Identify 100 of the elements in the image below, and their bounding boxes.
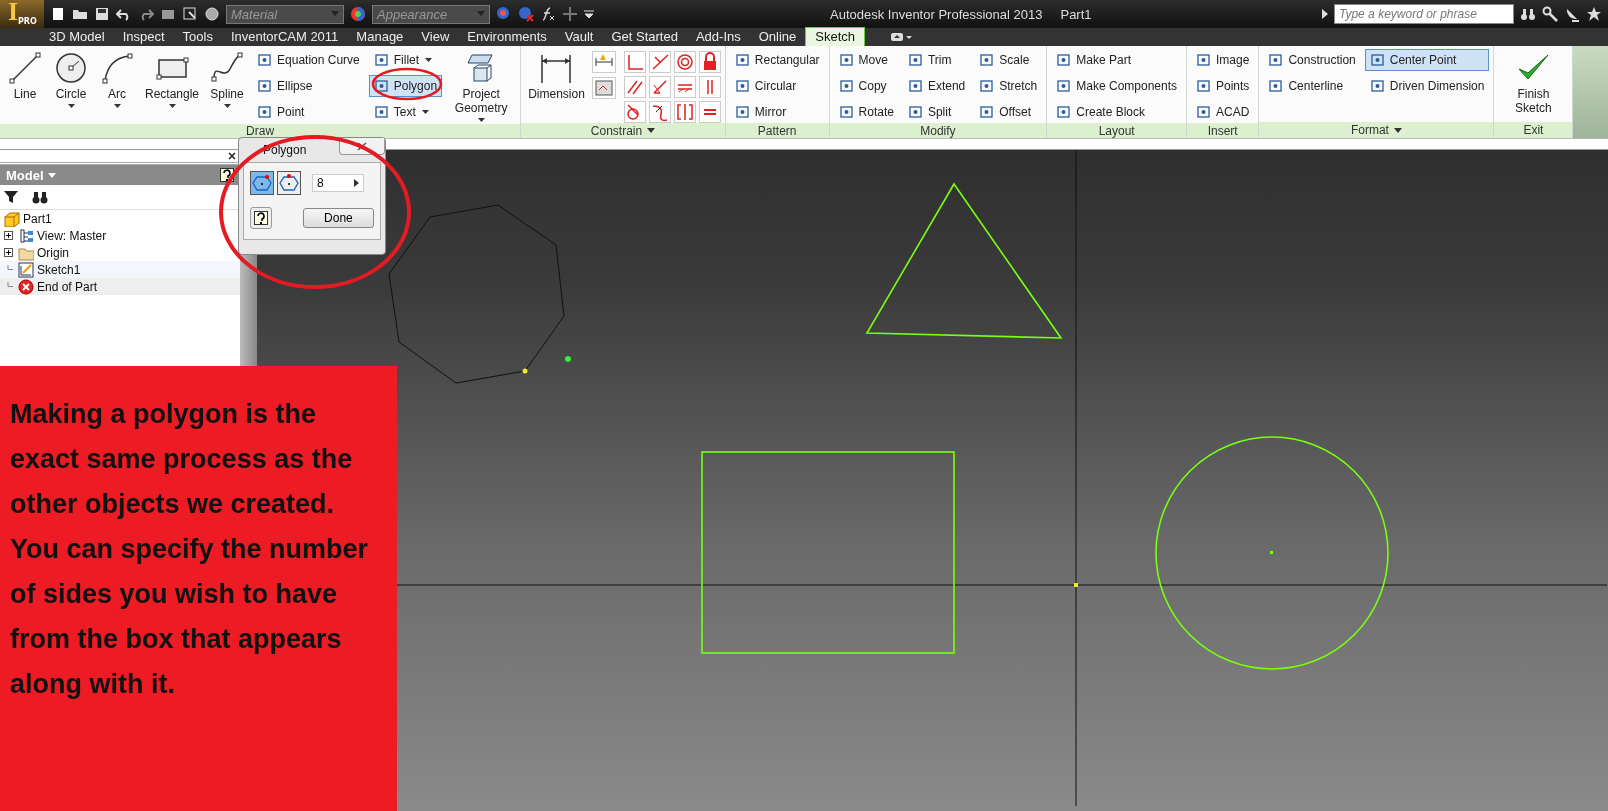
ribbon-tab[interactable]: Vault: [555, 28, 603, 46]
tool-button[interactable]: Ellipse: [252, 75, 365, 97]
customize-icon[interactable]: [584, 9, 594, 19]
tool-button[interactable]: Center Point: [1364, 49, 1490, 71]
done-button[interactable]: Done: [302, 208, 374, 228]
expand-icon[interactable]: [1322, 9, 1328, 19]
ribbon-tab[interactable]: Environments: [458, 28, 556, 46]
tool-button[interactable]: Finish Sketch: [1498, 49, 1569, 117]
help-button[interactable]: [250, 207, 272, 229]
tool-button[interactable]: Spline: [206, 49, 249, 110]
vertex-point[interactable]: [522, 368, 528, 374]
circumscribed-mode-button[interactable]: [277, 171, 301, 195]
select-icon[interactable]: [182, 6, 198, 22]
new-file-icon[interactable]: [50, 6, 66, 22]
tool-button[interactable]: Rectangular: [729, 49, 825, 71]
tool-button[interactable]: Construction: [1263, 49, 1361, 71]
tool-button[interactable]: Trim: [902, 49, 971, 71]
tool-button[interactable]: Extend: [902, 75, 971, 97]
panel-title[interactable]: Pattern: [725, 123, 829, 138]
binoculars-icon[interactable]: [1520, 6, 1536, 22]
sides-field[interactable]: 8: [312, 174, 364, 192]
plus-icon[interactable]: [562, 6, 578, 22]
tool-button[interactable]: Centerline: [1263, 75, 1361, 97]
ribbon-tab[interactable]: Add-Ins: [686, 28, 750, 46]
panel-title[interactable]: Draw: [0, 124, 521, 138]
tool-button[interactable]: Create Block: [1051, 101, 1182, 123]
parallel-constraint-icon[interactable]: [623, 76, 646, 98]
auto-dimension-icon[interactable]: [591, 51, 616, 73]
ribbon-tab[interactable]: Online: [749, 28, 806, 46]
function-icon[interactable]: [540, 6, 556, 22]
panel-title[interactable]: Modify: [829, 123, 1047, 138]
tool-button[interactable]: Move: [833, 49, 899, 71]
panel-toggle-icon[interactable]: [890, 32, 913, 42]
ribbon-tab[interactable]: InventorCAM 2011: [221, 28, 348, 46]
ribbon-tab[interactable]: Inspect: [113, 28, 174, 46]
perpendicular-constraint-icon[interactable]: [623, 51, 646, 73]
tool-button[interactable]: Text: [368, 101, 443, 123]
spinner-arrow-icon[interactable]: [354, 179, 359, 187]
rectangle-sketch[interactable]: [701, 451, 955, 654]
tool-button[interactable]: Project Geometry: [446, 49, 517, 124]
vertical-constraint-icon[interactable]: [698, 76, 721, 98]
save-icon[interactable]: [94, 6, 110, 22]
triangle-sketch[interactable]: [865, 182, 1063, 339]
horizontal-constraint-icon[interactable]: [673, 76, 696, 98]
tool-button[interactable]: Offset: [974, 101, 1043, 123]
panel-title[interactable]: Insert: [1187, 123, 1259, 138]
key-icon[interactable]: [1542, 6, 1558, 22]
search-field[interactable]: Type a keyword or phrase: [1334, 4, 1514, 24]
ribbon-tab[interactable]: 3D Model: [40, 28, 114, 46]
tool-button[interactable]: Scale: [974, 49, 1043, 71]
tool-button[interactable]: Image: [1191, 49, 1255, 71]
ribbon-tab[interactable]: View: [412, 28, 459, 46]
close-icon[interactable]: [228, 152, 236, 160]
tool-button[interactable]: Rectangle: [142, 49, 203, 110]
panel-title[interactable]: Layout: [1047, 123, 1186, 138]
appearance-icon[interactable]: [496, 6, 512, 22]
tool-button[interactable]: Circular: [729, 75, 825, 97]
tree-item[interactable]: End of Part: [0, 278, 240, 295]
lock-icon[interactable]: [698, 51, 721, 73]
clear-appearance-icon[interactable]: [518, 6, 534, 22]
symmetric-constraint-icon[interactable]: [673, 101, 696, 123]
tool-button[interactable]: Circle: [50, 49, 92, 110]
ribbon-tab[interactable]: Tools: [173, 28, 222, 46]
tool-button[interactable]: Split: [902, 101, 971, 123]
tool-button[interactable]: Fillet: [368, 49, 443, 71]
panel-title[interactable]: Constrain: [521, 123, 725, 138]
constraint-settings-icon[interactable]: [591, 77, 616, 99]
tool-button[interactable]: Line: [4, 49, 46, 103]
coincident-constraint-icon[interactable]: [648, 51, 671, 73]
expand-icon[interactable]: [4, 231, 13, 240]
tool-button[interactable]: Mirror: [729, 101, 825, 123]
panel-title[interactable]: Format: [1259, 122, 1494, 138]
tree-item[interactable]: Sketch1: [0, 261, 240, 278]
tool-button[interactable]: Points: [1191, 75, 1255, 97]
ribbon-tab[interactable]: Get Started: [602, 28, 687, 46]
tool-button[interactable]: Dimension: [525, 49, 588, 103]
tool-button[interactable]: Stretch: [974, 75, 1043, 97]
tool-button[interactable]: Point: [252, 101, 365, 123]
tool-button[interactable]: Make Components: [1051, 75, 1182, 97]
smooth-constraint-icon[interactable]: [648, 101, 671, 123]
star-icon[interactable]: [1586, 6, 1602, 22]
inscribed-mode-button[interactable]: [250, 171, 274, 195]
tool-button[interactable]: Copy: [833, 75, 899, 97]
binoculars-icon[interactable]: [32, 190, 48, 204]
tool-button[interactable]: ACAD: [1191, 101, 1255, 123]
ribbon-tab[interactable]: Manage: [347, 28, 413, 46]
equal-constraint-icon[interactable]: [698, 101, 721, 123]
tangent-constraint-icon[interactable]: [648, 76, 671, 98]
satellite-dish-icon[interactable]: [1564, 6, 1580, 22]
ribbon-tab[interactable]: Sketch: [805, 27, 866, 46]
expand-icon[interactable]: [4, 248, 13, 257]
filter-icon[interactable]: [4, 190, 18, 204]
tool-button[interactable]: Make Part: [1051, 49, 1182, 71]
panel-title[interactable]: Exit: [1494, 122, 1573, 138]
circle-sketch[interactable]: [1155, 436, 1389, 670]
tool-button[interactable]: Driven Dimension: [1364, 75, 1490, 97]
tool-button[interactable]: Rotate: [833, 101, 899, 123]
concentric-constraint-icon[interactable]: [673, 51, 696, 73]
tool-button[interactable]: Arc: [96, 49, 138, 110]
tool-button[interactable]: Equation Curve: [252, 49, 365, 71]
